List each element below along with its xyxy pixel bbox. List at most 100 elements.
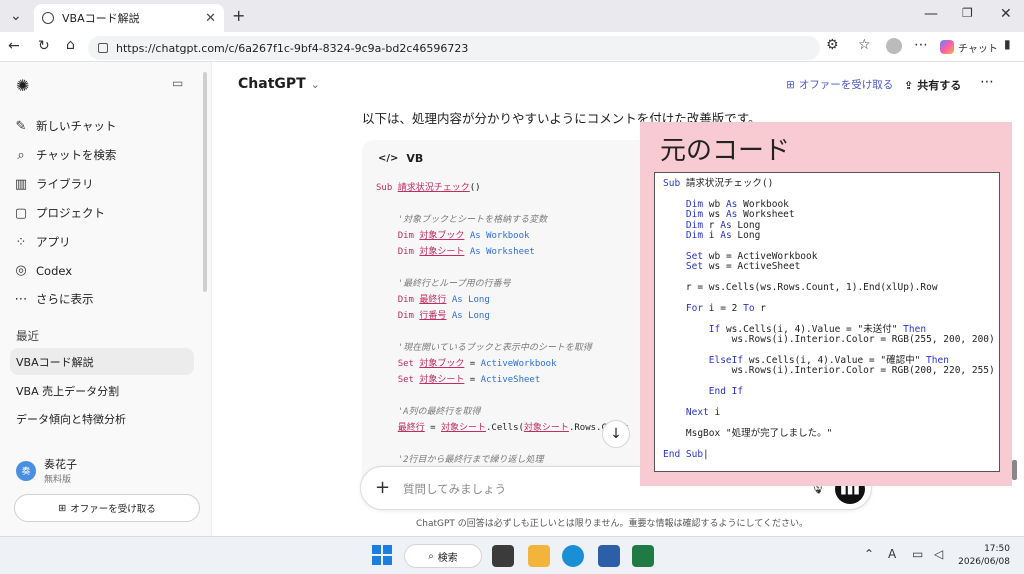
close-window-icon[interactable]: ✕ xyxy=(1000,6,1012,22)
sidebar-item-new-chat[interactable]: ✎ 新しいチャット xyxy=(14,118,117,134)
original-code-panel: 元のコード Sub 請求状況チェック() Dim wb As Workbook … xyxy=(640,122,1012,486)
original-code-box: Sub 請求状況チェック() Dim wb As Workbook Dim ws… xyxy=(654,172,1000,472)
library-icon: ▥ xyxy=(14,176,28,192)
sidebar-item-apps[interactable]: ⁘ アプリ xyxy=(14,234,71,250)
share-button[interactable]: ⇪ 共有する xyxy=(904,77,961,93)
collapse-sidebar-icon[interactable]: ▭ xyxy=(172,76,183,90)
sidebar: ✺ ▭ ✎ 新しいチャット ⌕ チャットを検索 ▥ ライブラリ ▢ プロジェクト… xyxy=(0,62,212,536)
sidebar-item-label: Codex xyxy=(36,263,73,278)
edge-browser-icon[interactable] xyxy=(562,545,584,567)
tab-strip: ⌄ VBAコード解説 ✕ + — ❐ ✕ xyxy=(0,0,1024,32)
network-icon[interactable]: ▭ xyxy=(912,547,923,561)
openai-logo-icon[interactable]: ✺ xyxy=(16,76,29,95)
sidebar-panel-icon[interactable]: ▮ xyxy=(1004,37,1011,51)
sidebar-item-more[interactable]: ⋯ さらに表示 xyxy=(14,291,94,307)
browser-tab[interactable]: VBAコード解説 ✕ xyxy=(34,4,224,32)
minimize-icon[interactable]: — xyxy=(924,6,938,22)
sidebar-scrollbar[interactable] xyxy=(203,72,207,292)
page-scrollbar[interactable] xyxy=(1012,460,1017,480)
settings-more-icon[interactable]: ⋯ xyxy=(914,37,928,53)
url-field[interactable]: https://chatgpt.com/c/6a267f1c-9bf4-8324… xyxy=(88,36,820,60)
user-name: 奏花子 xyxy=(44,458,77,471)
copilot-label: チャット xyxy=(958,43,998,55)
code-content: Sub 請求状況チェック() '対象ブックとシートを格納する変数 Dim 対象ブ… xyxy=(376,183,629,465)
model-label: ChatGPT xyxy=(238,76,306,92)
back-icon[interactable]: ← xyxy=(8,38,20,54)
search-icon: ⌕ xyxy=(428,550,434,562)
chatgpt-favicon-icon xyxy=(42,12,54,24)
sidebar-item-library[interactable]: ▥ ライブラリ xyxy=(14,176,94,192)
sidebar-item-codex[interactable]: ◎ Codex xyxy=(14,263,72,278)
favorites-icon[interactable]: ☆ xyxy=(858,37,871,53)
windows-start-icon[interactable] xyxy=(372,545,392,565)
extensions-icon[interactable]: ⚙ xyxy=(826,37,839,53)
offer-header-button[interactable]: ⊞ オファーを受け取る xyxy=(786,77,893,92)
tray-chevron-icon[interactable]: ⌃ xyxy=(864,547,874,561)
home-icon[interactable]: ⌂ xyxy=(66,37,75,53)
apps-icon: ⁘ xyxy=(15,234,27,250)
copilot-logo-icon xyxy=(940,40,954,54)
sidebar-item-label: さらに表示 xyxy=(36,292,94,306)
recent-chat-item[interactable]: VBAコード解説 xyxy=(10,348,194,375)
user-profile[interactable]: 奏 奏花子 無料版 xyxy=(16,456,77,485)
offer-header-label: オファーを受け取る xyxy=(798,79,894,91)
chevron-down-icon: ⌄ xyxy=(310,78,320,91)
clock[interactable]: 17:50 2026/06/08 xyxy=(958,543,1010,569)
share-label: 共有する xyxy=(917,79,962,92)
search-icon: ⌕ xyxy=(17,147,25,163)
sidebar-item-label: チャットを検索 xyxy=(36,148,117,162)
gift-icon: ⊞ xyxy=(58,502,67,514)
recent-chat-item[interactable]: データ傾向と特徴分析 xyxy=(10,405,194,432)
gift-icon: ⊞ xyxy=(786,78,795,91)
new-tab-icon[interactable]: + xyxy=(232,6,245,25)
more-icon: ⋯ xyxy=(14,291,28,307)
original-code-content: Sub 請求状況チェック() Dim wb As Workbook Dim ws… xyxy=(663,178,995,460)
recent-chat-item[interactable]: VBA 売上データ分割 xyxy=(10,377,194,404)
model-selector[interactable]: ChatGPT ⌄ xyxy=(238,76,320,92)
profile-avatar-icon[interactable] xyxy=(886,38,902,54)
taskbar-search[interactable]: ⌕ 検索 xyxy=(404,544,482,568)
prompt-input[interactable]: 質問してみましょう xyxy=(403,481,506,497)
tab-title: VBAコード解説 xyxy=(62,12,140,25)
folder-icon: ▢ xyxy=(14,205,28,221)
recent-heading: 最近 xyxy=(16,329,39,343)
file-explorer-icon[interactable] xyxy=(528,545,550,567)
user-plan: 無料版 xyxy=(44,475,72,485)
url-text: https://chatgpt.com/c/6a267f1c-9bf4-8324… xyxy=(116,41,469,55)
offer-label: オファーを受け取る xyxy=(70,504,156,515)
taskbar: ⌕ 検索 ⌃ A ▭ ◁ 17:50 2026/06/08 xyxy=(0,536,1024,574)
sidebar-item-label: 新しいチャット xyxy=(36,119,117,133)
taskbar-search-label: 検索 xyxy=(437,552,458,564)
sidebar-item-search[interactable]: ⌕ チャットを検索 xyxy=(14,147,116,163)
volume-icon[interactable]: ◁ xyxy=(934,547,943,561)
clock-date: 2026/06/08 xyxy=(958,557,1010,567)
scroll-to-bottom-button[interactable]: ↓ xyxy=(602,420,630,448)
share-icon: ⇪ xyxy=(904,78,914,92)
avatar: 奏 xyxy=(16,460,36,481)
restore-icon[interactable]: ❐ xyxy=(962,6,973,20)
sidebar-item-label: アプリ xyxy=(36,235,71,249)
code-language: VB xyxy=(406,152,424,165)
edit-icon: ✎ xyxy=(15,118,27,134)
more-options-icon[interactable]: ⋯ xyxy=(980,74,994,90)
code-icon: </> xyxy=(378,153,399,164)
ime-icon[interactable]: A xyxy=(888,547,896,561)
site-info-icon[interactable] xyxy=(98,43,108,53)
clock-time: 17:50 xyxy=(984,544,1010,554)
codex-icon: ◎ xyxy=(15,263,27,278)
task-view-icon[interactable] xyxy=(492,545,514,567)
copilot-button[interactable]: チャット xyxy=(940,37,998,57)
store-icon[interactable] xyxy=(598,545,620,567)
excel-icon[interactable] xyxy=(632,545,654,567)
reload-icon[interactable]: ↻ xyxy=(38,38,50,54)
sidebar-item-label: プロジェクト xyxy=(36,206,105,220)
sidebar-item-label: ライブラリ xyxy=(36,177,94,191)
sidebar-item-projects[interactable]: ▢ プロジェクト xyxy=(14,205,105,221)
disclaimer-text: ChatGPT の回答は必ずしも正しいとは限りません。重要な情報は確認するように… xyxy=(416,519,808,529)
arrow-down-icon: ↓ xyxy=(610,426,622,442)
original-code-title: 元のコード xyxy=(660,136,791,166)
tab-list-chevron-icon[interactable]: ⌄ xyxy=(10,8,22,24)
add-attachment-icon[interactable]: + xyxy=(375,477,390,498)
code-block-header: </> VB xyxy=(378,152,423,165)
close-tab-icon[interactable]: ✕ xyxy=(205,11,216,26)
